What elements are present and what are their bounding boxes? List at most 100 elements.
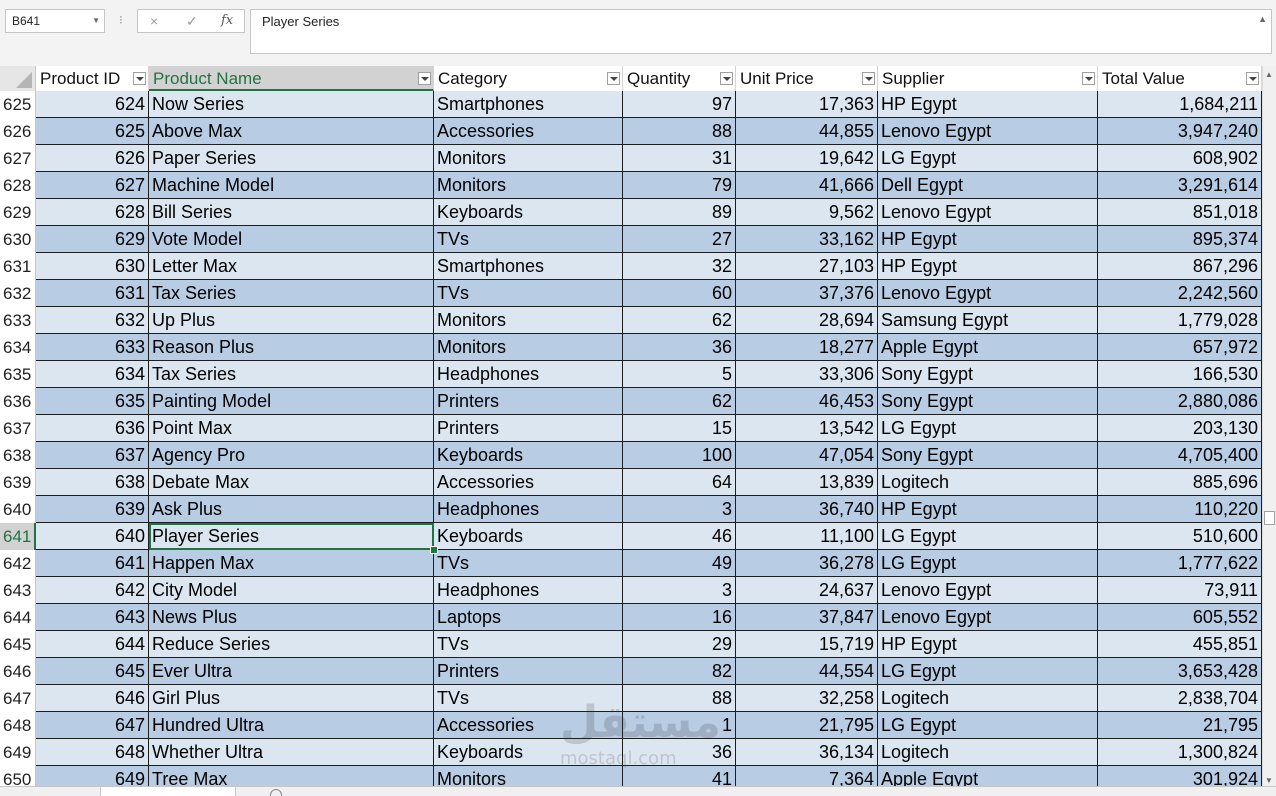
row-number[interactable]: 632 bbox=[0, 280, 36, 307]
cell-unit-price[interactable]: 41,666 bbox=[736, 172, 878, 199]
column-header-category[interactable]: Category bbox=[434, 66, 623, 91]
filter-dropdown-icon[interactable] bbox=[418, 72, 431, 85]
collapse-formula-bar-icon[interactable]: ▲ bbox=[1258, 14, 1267, 24]
row-number[interactable]: 644 bbox=[0, 604, 36, 631]
cell-product-name[interactable]: Reduce Series bbox=[149, 631, 434, 658]
cell-category[interactable]: Monitors bbox=[434, 172, 623, 199]
cell-quantity[interactable]: 89 bbox=[623, 199, 736, 226]
cell-supplier[interactable]: Lenovo Egypt bbox=[878, 118, 1098, 145]
cell-product-id[interactable]: 629 bbox=[36, 226, 149, 253]
cell-category[interactable]: Monitors bbox=[434, 334, 623, 361]
cell-unit-price[interactable]: 37,376 bbox=[736, 280, 878, 307]
insert-function-icon[interactable]: fx bbox=[221, 13, 233, 28]
cell-product-name[interactable]: News Plus bbox=[149, 604, 434, 631]
cell-unit-price[interactable]: 13,839 bbox=[736, 469, 878, 496]
cell-supplier[interactable]: LG Egypt bbox=[878, 415, 1098, 442]
row-number[interactable]: 631 bbox=[0, 253, 36, 280]
cell-product-id[interactable]: 633 bbox=[36, 334, 149, 361]
cell-quantity[interactable]: 29 bbox=[623, 631, 736, 658]
cell-total-value[interactable]: 608,902 bbox=[1098, 145, 1262, 172]
cell-total-value[interactable]: 203,130 bbox=[1098, 415, 1262, 442]
cell-total-value[interactable]: 2,838,704 bbox=[1098, 685, 1262, 712]
cell-quantity[interactable]: 62 bbox=[623, 388, 736, 415]
cell-supplier[interactable]: Sony Egypt bbox=[878, 361, 1098, 388]
cell-unit-price[interactable]: 24,637 bbox=[736, 577, 878, 604]
filter-dropdown-icon[interactable] bbox=[607, 72, 620, 85]
row-number[interactable]: 648 bbox=[0, 712, 36, 739]
column-header-product-id[interactable]: Product ID bbox=[36, 66, 149, 91]
filter-dropdown-icon[interactable] bbox=[1082, 72, 1095, 85]
row-number[interactable]: 649 bbox=[0, 739, 36, 766]
cell-supplier[interactable]: HP Egypt bbox=[878, 496, 1098, 523]
cell-product-name[interactable]: Up Plus bbox=[149, 307, 434, 334]
cell-product-id[interactable]: 632 bbox=[36, 307, 149, 334]
cell-quantity[interactable]: 36 bbox=[623, 739, 736, 766]
cell-product-id[interactable]: 645 bbox=[36, 658, 149, 685]
cell-quantity[interactable]: 100 bbox=[623, 442, 736, 469]
cell-quantity[interactable]: 49 bbox=[623, 550, 736, 577]
cell-total-value[interactable]: 885,696 bbox=[1098, 469, 1262, 496]
filter-dropdown-icon[interactable] bbox=[862, 72, 875, 85]
cell-product-name[interactable]: Painting Model bbox=[149, 388, 434, 415]
cell-product-id[interactable]: 630 bbox=[36, 253, 149, 280]
cell-product-name[interactable]: Ever Ultra bbox=[149, 658, 434, 685]
cell-category[interactable]: Accessories bbox=[434, 469, 623, 496]
cell-product-id[interactable]: 639 bbox=[36, 496, 149, 523]
cell-category[interactable]: TVs bbox=[434, 550, 623, 577]
scrollbar-thumb[interactable] bbox=[1264, 511, 1275, 525]
row-number[interactable]: 627 bbox=[0, 145, 36, 172]
cell-supplier[interactable]: Dell Egypt bbox=[878, 172, 1098, 199]
cell-category[interactable]: Smartphones bbox=[434, 91, 623, 118]
cell-quantity[interactable]: 5 bbox=[623, 361, 736, 388]
cell-category[interactable]: Smartphones bbox=[434, 253, 623, 280]
row-number[interactable]: 630 bbox=[0, 226, 36, 253]
cell-quantity[interactable]: 62 bbox=[623, 307, 736, 334]
cell-supplier[interactable]: Logitech bbox=[878, 685, 1098, 712]
column-header-supplier[interactable]: Supplier bbox=[878, 66, 1098, 91]
cell-supplier[interactable]: LG Egypt bbox=[878, 712, 1098, 739]
cell-unit-price[interactable]: 32,258 bbox=[736, 685, 878, 712]
cell-product-name[interactable]: Hundred Ultra bbox=[149, 712, 434, 739]
row-number[interactable]: 629 bbox=[0, 199, 36, 226]
vertical-scrollbar[interactable]: ▲ ▼ bbox=[1262, 66, 1276, 788]
cell-product-id[interactable]: 648 bbox=[36, 739, 149, 766]
cell-product-name[interactable]: Tax Series bbox=[149, 280, 434, 307]
cell-quantity[interactable]: 64 bbox=[623, 469, 736, 496]
cancel-icon[interactable]: × bbox=[150, 13, 158, 29]
cell-product-name[interactable]: Letter Max bbox=[149, 253, 434, 280]
cell-supplier[interactable]: Lenovo Egypt bbox=[878, 577, 1098, 604]
cell-category[interactable]: Headphones bbox=[434, 496, 623, 523]
cell-unit-price[interactable]: 33,162 bbox=[736, 226, 878, 253]
cell-product-name[interactable]: Tax Series bbox=[149, 361, 434, 388]
cell-category[interactable]: TVs bbox=[434, 226, 623, 253]
cell-category[interactable]: TVs bbox=[434, 280, 623, 307]
cell-unit-price[interactable]: 36,278 bbox=[736, 550, 878, 577]
cell-category[interactable]: Printers bbox=[434, 415, 623, 442]
cell-category[interactable]: TVs bbox=[434, 685, 623, 712]
cell-product-name[interactable]: City Model bbox=[149, 577, 434, 604]
cell-total-value[interactable]: 895,374 bbox=[1098, 226, 1262, 253]
cell-total-value[interactable]: 3,653,428 bbox=[1098, 658, 1262, 685]
cell-total-value[interactable]: 2,242,560 bbox=[1098, 280, 1262, 307]
cell-quantity[interactable]: 16 bbox=[623, 604, 736, 631]
cell-quantity[interactable]: 32 bbox=[623, 253, 736, 280]
cell-quantity[interactable]: 79 bbox=[623, 172, 736, 199]
cell-quantity[interactable]: 60 bbox=[623, 280, 736, 307]
cell-category[interactable]: Keyboards bbox=[434, 523, 623, 550]
cell-product-name[interactable]: Agency Pro bbox=[149, 442, 434, 469]
cell-product-id[interactable]: 636 bbox=[36, 415, 149, 442]
row-number[interactable]: 635 bbox=[0, 361, 36, 388]
cell-product-name[interactable]: Machine Model bbox=[149, 172, 434, 199]
cell-supplier[interactable]: LG Egypt bbox=[878, 658, 1098, 685]
sheet-tab[interactable] bbox=[100, 787, 236, 796]
cell-supplier[interactable]: Logitech bbox=[878, 469, 1098, 496]
row-number[interactable]: 633 bbox=[0, 307, 36, 334]
cell-supplier[interactable]: Sony Egypt bbox=[878, 388, 1098, 415]
cell-supplier[interactable]: LG Egypt bbox=[878, 523, 1098, 550]
cell-supplier[interactable]: Apple Egypt bbox=[878, 334, 1098, 361]
cell-product-name[interactable]: Happen Max bbox=[149, 550, 434, 577]
cell-product-id[interactable]: 640 bbox=[36, 523, 149, 550]
cell-total-value[interactable]: 73,911 bbox=[1098, 577, 1262, 604]
cell-category[interactable]: Keyboards bbox=[434, 739, 623, 766]
cell-category[interactable]: Monitors bbox=[434, 145, 623, 172]
